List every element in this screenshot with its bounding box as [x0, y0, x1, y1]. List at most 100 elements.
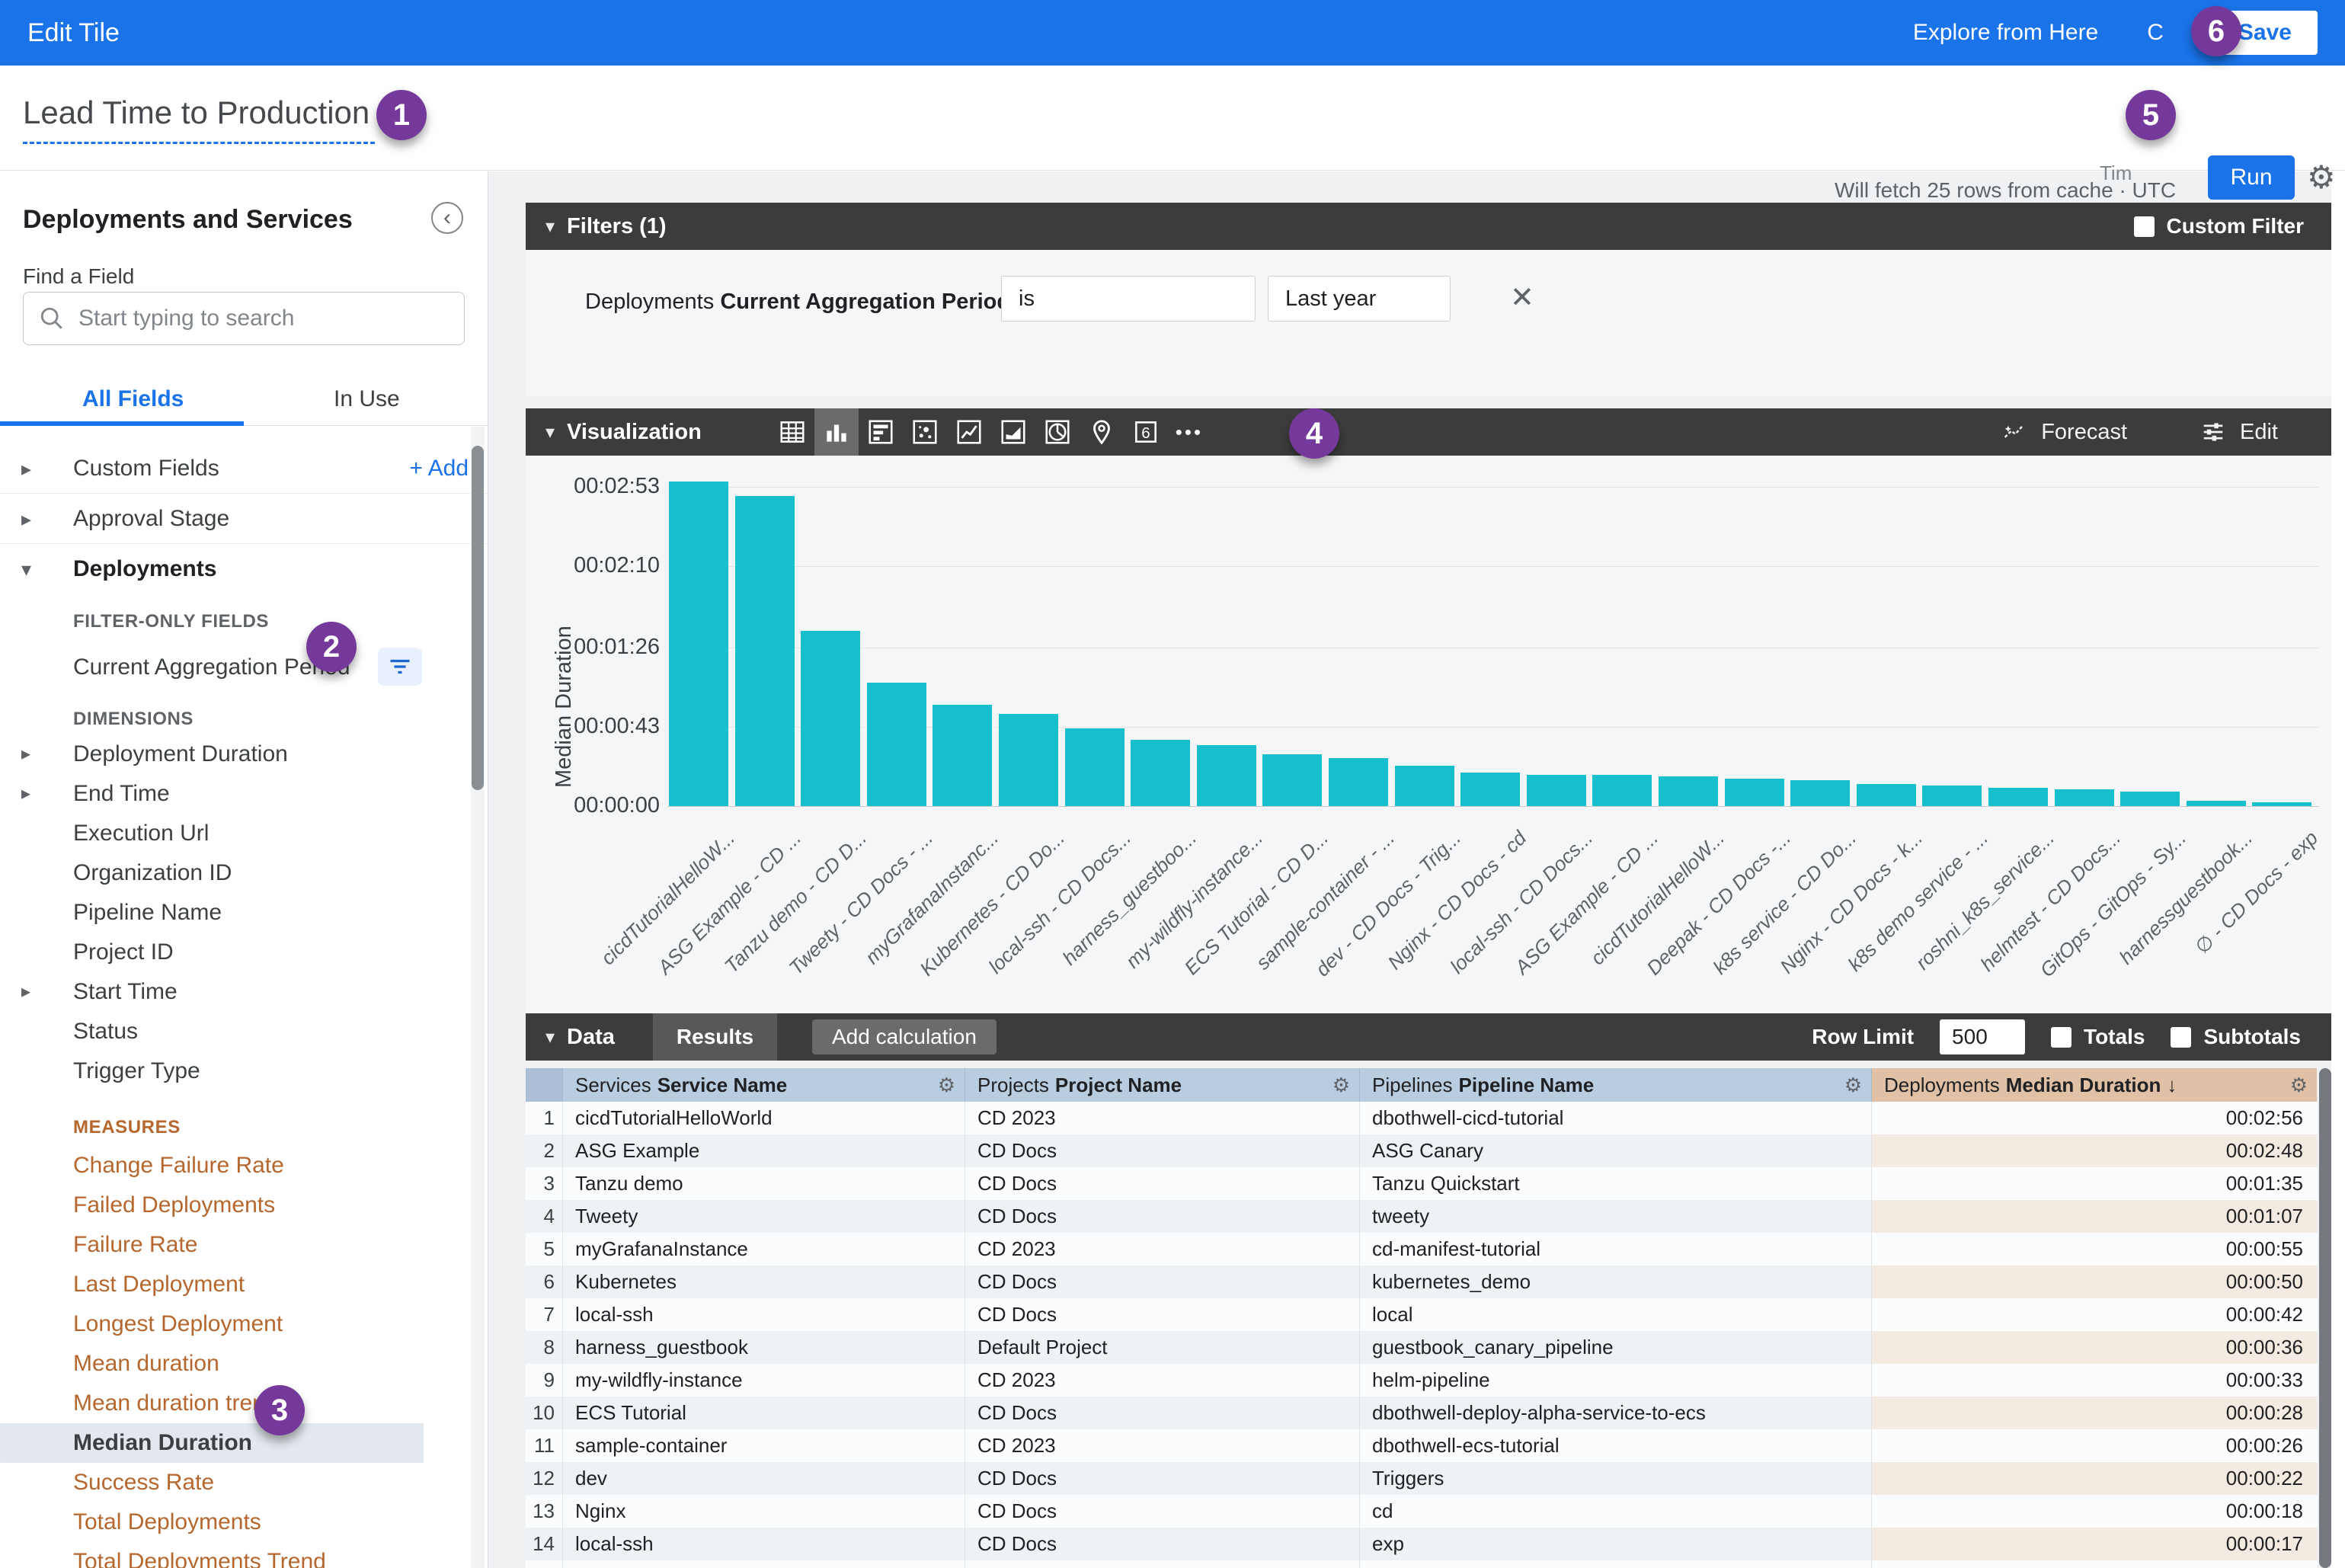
bar[interactable]	[2252, 802, 2311, 806]
bar[interactable]	[1659, 776, 1718, 806]
more-chart-types-icon[interactable]: •••	[1176, 421, 1203, 444]
collapse-sidebar-icon[interactable]: ‹	[431, 202, 463, 234]
sidebar-item-deployments[interactable]: ▾ Deployments 2	[0, 544, 488, 594]
bar[interactable]	[1065, 728, 1125, 806]
sidebar-measure-mean-duration[interactable]: Mean duration	[0, 1344, 488, 1384]
bar[interactable]	[933, 705, 992, 806]
custom-filter-checkbox[interactable]	[2134, 216, 2155, 237]
caret-down-icon[interactable]: ▾	[545, 1026, 555, 1048]
sidebar-measure-failure-rate[interactable]: Failure Rate	[0, 1225, 488, 1265]
bar[interactable]	[1725, 779, 1784, 806]
single-value-icon[interactable]: 6	[1124, 408, 1168, 456]
filter-value-input[interactable]: Last year	[1268, 276, 1451, 322]
table-row[interactable]: 8harness_guestbookDefault Projectguestbo…	[526, 1331, 2318, 1364]
explore-from-here-link[interactable]: Explore from Here	[1913, 20, 2098, 46]
sidebar-measure-change-failure-rate[interactable]: Change Failure Rate	[0, 1146, 488, 1186]
bar[interactable]	[2055, 789, 2114, 806]
caret-right-icon[interactable]: ▸	[21, 734, 30, 774]
sort-desc-icon[interactable]: ↓	[2167, 1074, 2177, 1097]
tile-title-input[interactable]: Lead Time to Production	[23, 94, 375, 144]
sidebar-measure-last-deployment[interactable]: Last Deployment	[0, 1265, 488, 1304]
bar[interactable]	[1262, 754, 1322, 806]
bar[interactable]	[2120, 792, 2180, 806]
bar[interactable]	[2187, 801, 2246, 806]
table-row[interactable]: 9my-wildfly-instanceCD 2023helm-pipeline…	[526, 1364, 2318, 1397]
caret-right-icon[interactable]: ▸	[21, 443, 31, 494]
column-gear-icon[interactable]: ⚙	[1844, 1074, 1862, 1097]
cancel-link[interactable]: C	[2147, 20, 2164, 46]
filter-operator-select[interactable]: is	[1001, 276, 1256, 322]
field-current-aggregation-period[interactable]: Current Aggregation Period	[0, 643, 488, 692]
row-limit-input[interactable]	[1940, 1019, 2025, 1054]
table-row[interactable]: 15ASG ExampleCD DocsASG Rolling00:00:17	[526, 1560, 2318, 1568]
table-row[interactable]: 10ECS TutorialCD Docsdbothwell-deploy-al…	[526, 1397, 2318, 1429]
bar[interactable]	[999, 714, 1058, 806]
pie-chart-icon[interactable]	[1035, 408, 1080, 456]
sidebar-field-status[interactable]: Status	[0, 1012, 488, 1051]
sidebar-measure-longest-deployment[interactable]: Longest Deployment	[0, 1304, 488, 1344]
caret-down-icon[interactable]: ▾	[545, 216, 555, 238]
table-row[interactable]: 14local-sshCD Docsexp00:00:17	[526, 1528, 2318, 1560]
table-scrollbar-thumb[interactable]	[2319, 1068, 2331, 1568]
query-settings-gear-icon[interactable]: ⚙	[2307, 158, 2336, 196]
bar[interactable]	[1329, 758, 1388, 806]
edit-viz-button[interactable]: Edit	[2200, 420, 2278, 445]
totals-checkbox[interactable]	[2051, 1027, 2071, 1048]
bar[interactable]	[1592, 775, 1652, 806]
bar[interactable]	[1527, 775, 1586, 806]
table-row[interactable]: 7local-sshCD Docslocal00:00:42	[526, 1298, 2318, 1331]
column-gear-icon[interactable]: ⚙	[2290, 1074, 2308, 1097]
map-chart-icon[interactable]	[1080, 408, 1124, 456]
table-row[interactable]: 6KubernetesCD Docskubernetes_demo00:00:5…	[526, 1266, 2318, 1298]
bar[interactable]	[801, 631, 860, 806]
line-chart-icon[interactable]	[947, 408, 991, 456]
table-row[interactable]: 13NginxCD Docscd00:00:18	[526, 1495, 2318, 1528]
sidebar-measure-total-deployments[interactable]: Total Deployments	[0, 1502, 488, 1542]
timezone-dropdown[interactable]: Tim	[2100, 162, 2132, 185]
column-header-median-duration[interactable]: Deployments Median Duration↓⚙	[1872, 1068, 2317, 1102]
caret-right-icon[interactable]: ▸	[21, 972, 30, 1012]
sidebar-item-approval-stage[interactable]: ▸ Approval Stage	[0, 494, 488, 544]
horizontal-bar-chart-icon[interactable]	[859, 408, 903, 456]
bar[interactable]	[669, 482, 728, 806]
bar[interactable]	[867, 683, 926, 806]
bar[interactable]	[735, 496, 795, 806]
column-header-project-name[interactable]: Projects Project Name⚙	[965, 1068, 1360, 1102]
sidebar-field-start-time[interactable]: ▸Start Time	[0, 972, 488, 1012]
table-chart-icon[interactable]	[770, 408, 814, 456]
table-row[interactable]: 2ASG ExampleCD DocsASG Canary00:02:48	[526, 1134, 2318, 1167]
sidebar-field-trigger-type[interactable]: Trigger Type	[0, 1051, 488, 1091]
bar[interactable]	[1460, 773, 1520, 806]
table-row[interactable]: 3Tanzu demoCD DocsTanzu Quickstart00:01:…	[526, 1167, 2318, 1200]
column-header-service-name[interactable]: Services Service Name⚙	[563, 1068, 965, 1102]
sidebar-measure-failed-deployments[interactable]: Failed Deployments	[0, 1186, 488, 1225]
table-row[interactable]: 12devCD DocsTriggers00:00:22	[526, 1462, 2318, 1495]
remove-filter-icon[interactable]: ✕	[1510, 280, 1534, 315]
add-calculation-button[interactable]: Add calculation	[812, 1019, 997, 1054]
tab-in-use[interactable]: In Use	[334, 386, 400, 412]
caret-down-icon[interactable]: ▾	[21, 544, 31, 594]
forecast-button[interactable]: Forecast	[2001, 420, 2127, 445]
table-row[interactable]: 11sample-containerCD 2023dbothwell-ecs-t…	[526, 1429, 2318, 1462]
bar[interactable]	[1790, 780, 1850, 806]
bar[interactable]	[1197, 745, 1256, 806]
field-search-input[interactable]	[78, 306, 429, 331]
bar[interactable]	[1988, 788, 2048, 806]
filter-by-field-button[interactable]	[378, 648, 422, 686]
bar[interactable]	[1131, 740, 1190, 806]
caret-down-icon[interactable]: ▾	[545, 421, 555, 443]
sidebar-field-end-time[interactable]: ▸End Time	[0, 774, 488, 814]
sidebar-item-custom-fields[interactable]: ▸ Custom Fields + Add	[0, 443, 488, 494]
bar[interactable]	[1857, 784, 1916, 806]
sidebar-scrollbar-thumb[interactable]	[472, 446, 484, 790]
area-chart-icon[interactable]	[991, 408, 1035, 456]
caret-right-icon[interactable]: ▸	[21, 774, 30, 814]
subtotals-checkbox[interactable]	[2171, 1027, 2191, 1048]
table-row[interactable]: 4TweetyCD Docstweety00:01:07	[526, 1200, 2318, 1233]
sidebar-measure-median-duration[interactable]: Median Duration	[0, 1423, 424, 1463]
results-tab[interactable]: Results	[653, 1013, 777, 1061]
column-header-pipeline-name[interactable]: Pipelines Pipeline Name⚙	[1360, 1068, 1872, 1102]
bar[interactable]	[1395, 766, 1454, 806]
caret-right-icon[interactable]: ▸	[21, 494, 31, 544]
sidebar-field-organization-id[interactable]: Organization ID	[0, 853, 488, 893]
